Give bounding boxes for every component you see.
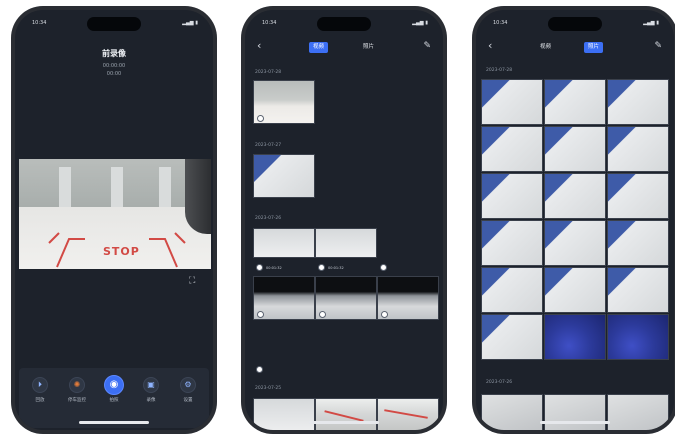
photo-thumbnail[interactable]	[544, 220, 606, 266]
status-bar: 10:34 ▂▄▆ ▮	[245, 19, 443, 29]
select-checkbox[interactable]	[256, 264, 263, 271]
camera-icon: ◉	[104, 375, 124, 395]
phone-photo-album: 10:34 ▂▄▆ ▮ ‹ 视频 照片 ✎ 2023-07-28 2023-07…	[472, 6, 675, 434]
photo-thumbnail[interactable]	[544, 314, 606, 360]
photo-thumbnail[interactable]	[544, 126, 606, 172]
toolbar-playback-button[interactable]: ⏵ 回放	[25, 377, 55, 403]
video-thumbnail[interactable]	[377, 276, 439, 320]
photo-thumbnail[interactable]	[607, 314, 669, 360]
date-header: 2023-07-28	[255, 70, 282, 75]
recording-timer: 00:00:00	[102, 63, 126, 69]
clip-duration: 00:01:32	[266, 266, 282, 270]
photo-thumbnail[interactable]	[607, 173, 669, 219]
video-thumbnail[interactable]	[315, 276, 377, 320]
photo-thumbnail[interactable]	[544, 267, 606, 313]
date-header: 2023-07-26	[255, 216, 282, 221]
app-showcase: 10:34 ▂▄▆ ▮ 前录像 00:00:00 00:00 STOP ⛶ ⏵ …	[0, 0, 675, 439]
album-header: ‹ 视频 照片 ✎	[476, 39, 674, 55]
toolbar-record-button[interactable]: ▣ 录像	[136, 377, 166, 403]
photo-thumbnail[interactable]	[481, 79, 543, 125]
playback-icon: ⏵	[32, 377, 48, 393]
status-time: 10:34	[32, 20, 47, 26]
toolbar-label: 回放	[35, 398, 45, 403]
home-indicator[interactable]	[309, 421, 379, 424]
select-checkbox[interactable]	[318, 264, 325, 271]
signal-battery-icon: ▂▄▆ ▮	[643, 20, 659, 26]
recording-subtimer: 00:00	[106, 71, 122, 77]
live-camera-feed[interactable]: STOP	[19, 159, 211, 269]
select-checkbox[interactable]	[257, 115, 264, 122]
photo-thumbnail[interactable]	[544, 79, 606, 125]
photo-thumbnail[interactable]	[481, 267, 543, 313]
select-checkbox[interactable]	[380, 264, 387, 271]
status-bar: 10:34 ▂▄▆ ▮	[476, 19, 674, 29]
photo-thumbnail[interactable]	[481, 314, 543, 360]
tab-video[interactable]: 视频	[536, 42, 555, 53]
video-thumbnail[interactable]	[315, 398, 377, 430]
back-icon[interactable]: ‹	[257, 39, 261, 53]
signal-battery-icon: ▂▄▆ ▮	[182, 20, 198, 26]
date-header: 2023-07-27	[255, 143, 282, 148]
photo-thumbnail[interactable]	[481, 394, 543, 430]
video-thumbnail[interactable]	[253, 80, 315, 124]
photo-thumbnail[interactable]	[607, 126, 669, 172]
toolbar-parking-monitor-button[interactable]: ✺ 停车监控	[62, 377, 92, 403]
photo-thumbnail[interactable]	[481, 220, 543, 266]
toolbar-settings-button[interactable]: ⚙ 设置	[173, 377, 203, 403]
toolbar-label: 停车监控	[68, 398, 86, 403]
parking-monitor-icon: ✺	[69, 377, 85, 393]
date-header: 2023-07-25	[255, 386, 282, 391]
tab-photo[interactable]: 照片	[359, 42, 378, 53]
home-indicator[interactable]	[79, 421, 149, 424]
photo-thumbnail[interactable]	[607, 394, 669, 430]
toolbar-capture-button[interactable]: ◉ 拍照	[99, 375, 129, 403]
video-thumbnail[interactable]	[253, 154, 315, 198]
photo-thumbnail[interactable]	[607, 220, 669, 266]
date-header: 2023-07-26	[486, 380, 513, 385]
video-album-screen: 10:34 ▂▄▆ ▮ ‹ 视频 照片 ✎ 2023-07-28 2023-07…	[245, 10, 443, 430]
toolbar-label: 设置	[183, 398, 193, 403]
video-thumbnail[interactable]	[253, 228, 315, 258]
select-checkbox[interactable]	[381, 311, 388, 318]
live-view-screen: 10:34 ▂▄▆ ▮ 前录像 00:00:00 00:00 STOP ⛶ ⏵ …	[15, 10, 213, 430]
toolbar-label: 拍照	[109, 398, 119, 403]
status-bar: 10:34 ▂▄▆ ▮	[15, 19, 213, 29]
select-checkbox[interactable]	[257, 311, 264, 318]
expand-icon[interactable]: ⛶	[189, 276, 199, 286]
tab-photo[interactable]: 照片	[584, 42, 604, 53]
edit-icon[interactable]: ✎	[654, 39, 662, 53]
status-time: 10:34	[262, 20, 277, 26]
toolbar-label: 录像	[146, 398, 156, 403]
phone-live-view: 10:34 ▂▄▆ ▮ 前录像 00:00:00 00:00 STOP ⛶ ⏵ …	[11, 6, 217, 434]
album-header: ‹ 视频 照片 ✎	[245, 39, 443, 55]
settings-icon: ⚙	[180, 377, 196, 393]
photo-album-screen: 10:34 ▂▄▆ ▮ ‹ 视频 照片 ✎ 2023-07-28 2023-07…	[476, 10, 674, 430]
home-indicator[interactable]	[540, 421, 610, 424]
photo-thumbnail[interactable]	[481, 126, 543, 172]
video-thumbnail[interactable]	[253, 398, 315, 430]
video-thumbnail[interactable]	[253, 276, 315, 320]
parking-line	[384, 409, 428, 419]
select-checkbox[interactable]	[319, 311, 326, 318]
signal-battery-icon: ▂▄▆ ▮	[412, 20, 428, 26]
bottom-toolbar: ⏵ 回放 ✺ 停车监控 ◉ 拍照 ▣ 录像 ⚙ 设置	[19, 368, 209, 428]
photo-thumbnail[interactable]	[544, 173, 606, 219]
photo-thumbnail[interactable]	[544, 394, 606, 430]
tab-video[interactable]: 视频	[309, 42, 329, 53]
video-thumbnail[interactable]	[315, 228, 377, 258]
video-thumbnail[interactable]	[377, 398, 439, 430]
photo-thumbnail[interactable]	[607, 267, 669, 313]
photo-thumbnail[interactable]	[607, 79, 669, 125]
photo-thumbnail[interactable]	[481, 173, 543, 219]
select-checkbox[interactable]	[256, 366, 263, 373]
edit-icon[interactable]: ✎	[423, 39, 431, 53]
record-icon: ▣	[143, 377, 159, 393]
phone-video-album: 10:34 ▂▄▆ ▮ ‹ 视频 照片 ✎ 2023-07-28 2023-07…	[241, 6, 447, 434]
stop-marking: STOP	[103, 245, 140, 258]
status-time: 10:34	[493, 20, 508, 26]
back-icon[interactable]: ‹	[488, 39, 492, 53]
page-title: 前录像	[102, 49, 126, 58]
date-header: 2023-07-28	[486, 68, 513, 73]
clip-duration: 00:01:32	[328, 266, 344, 270]
